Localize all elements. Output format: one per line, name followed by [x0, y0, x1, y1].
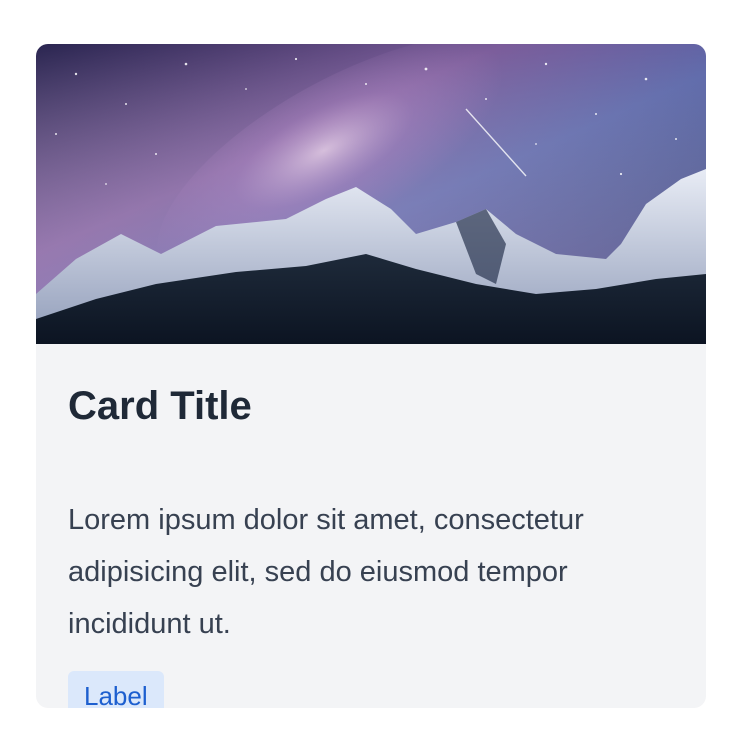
- card-title: Card Title: [68, 384, 252, 428]
- card: Card Title Lorem ipsum dolor sit amet, c…: [36, 44, 706, 708]
- card-image: [36, 44, 706, 344]
- label-badge: Label: [68, 671, 164, 708]
- card-text: Lorem ipsum dolor sit amet, consectetur …: [68, 504, 584, 640]
